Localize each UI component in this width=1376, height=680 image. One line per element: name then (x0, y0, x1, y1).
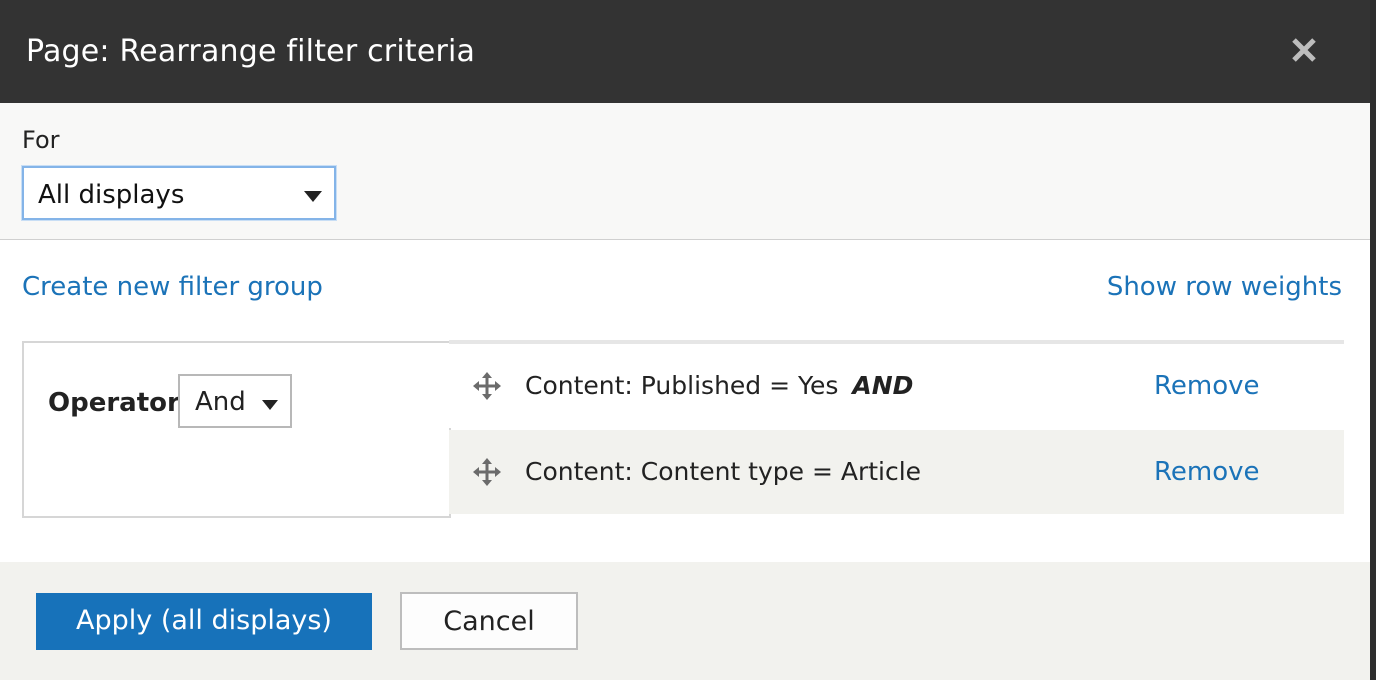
operator-label: Operator: (48, 388, 191, 418)
filter-label: Content: Published = Yes AND (525, 370, 913, 402)
show-row-weights-link[interactable]: Show row weights (1107, 271, 1342, 303)
operator-value: And (195, 387, 246, 417)
window-edge (1370, 0, 1376, 680)
filter-row: Content: Published = Yes AND Remove (449, 344, 1344, 428)
cancel-button[interactable]: Cancel (400, 592, 578, 650)
drag-handle-icon[interactable] (473, 458, 501, 486)
filter-actions-row: Create new filter group Show row weights (0, 240, 1370, 340)
remove-filter-link[interactable]: Remove (1154, 370, 1260, 402)
apply-button[interactable]: Apply (all displays) (36, 593, 372, 650)
for-label: For (22, 126, 60, 154)
create-filter-group-link[interactable]: Create new filter group (22, 271, 323, 303)
filter-group: Operator: And Content: Published = Yes A… (22, 340, 1344, 518)
filter-label: Content: Content type = Article (525, 456, 921, 488)
filter-label-text: Content: Content type = Article (525, 457, 922, 486)
display-scope-select[interactable]: All displays (22, 166, 336, 220)
filter-rows: Content: Published = Yes AND Remove Cont… (449, 340, 1344, 518)
remove-filter-link[interactable]: Remove (1154, 456, 1260, 488)
rearrange-filters-dialog: Page: Rearrange filter criteria For All … (0, 0, 1370, 680)
filter-label-text: Content: Published = Yes (525, 371, 839, 400)
display-scope-section: For All displays (0, 103, 1370, 240)
drag-handle-icon[interactable] (473, 372, 501, 400)
dialog-title: Page: Rearrange filter criteria (26, 34, 476, 69)
display-scope-value: All displays (38, 180, 185, 210)
operator-panel: Operator: And (22, 341, 451, 518)
close-icon[interactable] (1286, 32, 1322, 68)
dialog-titlebar: Page: Rearrange filter criteria (0, 0, 1370, 103)
dialog-footer: Apply (all displays) Cancel (0, 562, 1370, 680)
operator-select[interactable]: And (178, 374, 292, 428)
filter-row: Content: Content type = Article Remove (449, 430, 1344, 514)
chevron-down-icon (262, 396, 278, 415)
filter-operator: AND (852, 371, 914, 400)
chevron-down-icon (304, 188, 322, 207)
